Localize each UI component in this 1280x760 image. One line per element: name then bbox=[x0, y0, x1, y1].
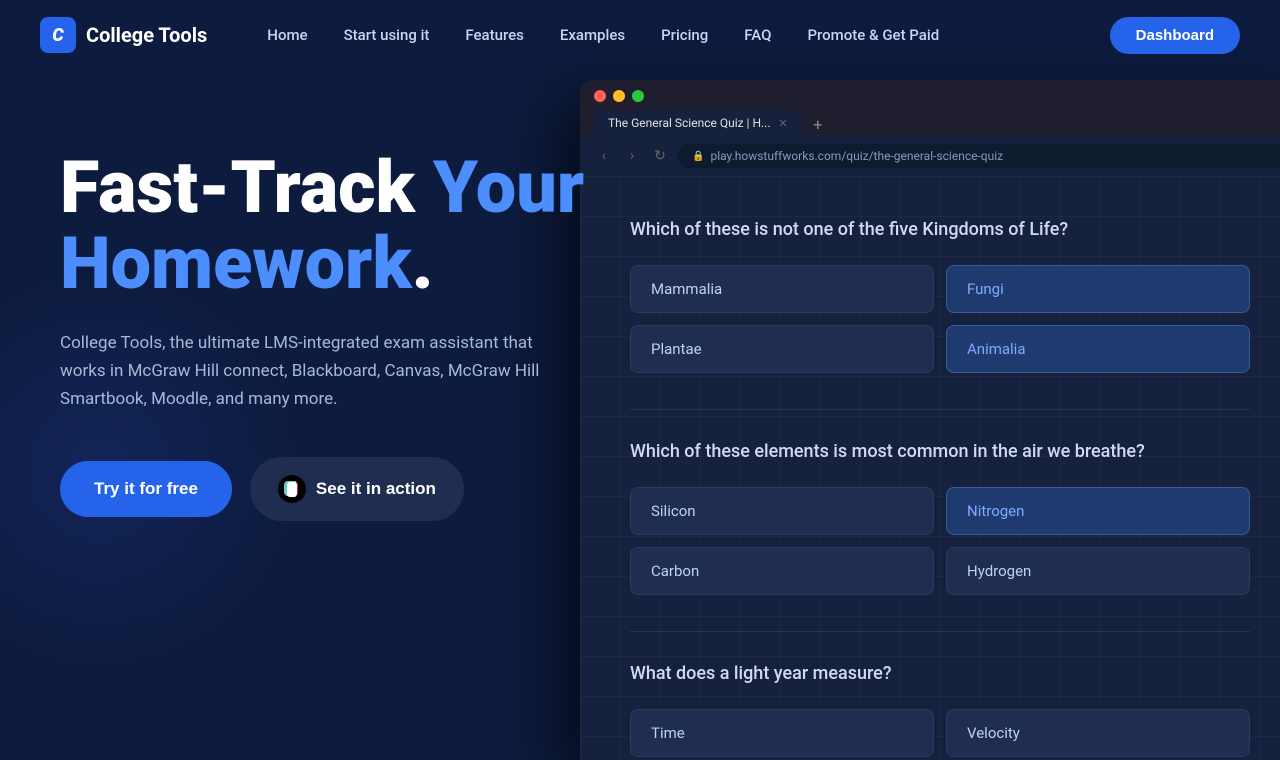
tab-bar: The General Science Quiz | H... ✕ + bbox=[594, 110, 1280, 136]
quiz-panel: Which of these is not one of the five Ki… bbox=[580, 176, 1280, 760]
option-mammalia[interactable]: Mammalia bbox=[630, 265, 934, 313]
option-carbon[interactable]: Carbon bbox=[630, 547, 934, 595]
logo-icon: C bbox=[40, 17, 76, 53]
option-plantae[interactable]: Plantae bbox=[630, 325, 934, 373]
quiz-options-1: Mammalia Fungi Plantae Animalia bbox=[630, 265, 1250, 373]
see-action-label: See it in action bbox=[316, 479, 436, 499]
option-hydrogen[interactable]: Hydrogen bbox=[946, 547, 1250, 595]
nav-promote[interactable]: Promote & Get Paid bbox=[807, 26, 939, 44]
tab-close-button[interactable]: ✕ bbox=[779, 117, 788, 130]
nav-start[interactable]: Start using it bbox=[344, 26, 430, 44]
nav-features[interactable]: Features bbox=[465, 26, 523, 44]
divider-2 bbox=[630, 631, 1250, 632]
browser-mockup: The General Science Quiz | H... ✕ + ‹ › … bbox=[580, 80, 1280, 760]
nav-links: Home Start using it Features Examples Pr… bbox=[267, 26, 1109, 44]
close-dot[interactable] bbox=[594, 90, 606, 102]
hero-subtitle: College Tools, the ultimate LMS-integrat… bbox=[60, 329, 560, 413]
navigation: C College Tools Home Start using it Feat… bbox=[0, 0, 1280, 70]
divider-1 bbox=[630, 409, 1250, 410]
browser-chrome: The General Science Quiz | H... ✕ + bbox=[580, 80, 1280, 136]
try-free-button[interactable]: Try it for free bbox=[60, 461, 232, 517]
nav-pricing[interactable]: Pricing bbox=[661, 26, 708, 44]
hero-buttons: Try it for free See it in action bbox=[60, 457, 640, 521]
refresh-button[interactable]: ↻ bbox=[650, 148, 670, 164]
nav-faq[interactable]: FAQ bbox=[744, 26, 771, 44]
nav-home[interactable]: Home bbox=[267, 26, 307, 44]
title-white-part: Fast-Track bbox=[60, 145, 433, 230]
new-tab-button[interactable]: + bbox=[806, 112, 830, 136]
quiz-question-3: What does a light year measure? bbox=[630, 660, 1250, 687]
logo[interactable]: C College Tools bbox=[40, 17, 207, 53]
nav-examples[interactable]: Examples bbox=[560, 26, 625, 44]
option-silicon[interactable]: Silicon bbox=[630, 487, 934, 535]
address-text: play.howstuffworks.com/quiz/the-general-… bbox=[710, 149, 1003, 163]
hero-section: Fast-Track Your Homework. College Tools,… bbox=[0, 70, 1280, 720]
lock-icon: 🔒 bbox=[692, 151, 704, 162]
tiktok-icon bbox=[278, 475, 306, 503]
quiz-question-1: Which of these is not one of the five Ki… bbox=[630, 216, 1250, 243]
logo-text: College Tools bbox=[86, 23, 207, 47]
hero-content: Fast-Track Your Homework. College Tools,… bbox=[60, 110, 640, 521]
quiz-question-2: Which of these elements is most common i… bbox=[630, 438, 1250, 465]
browser-content: Which of these is not one of the five Ki… bbox=[580, 176, 1280, 760]
quiz-options-3: Time Velocity Distance Mass bbox=[630, 709, 1250, 760]
option-animalia[interactable]: Animalia bbox=[946, 325, 1250, 373]
see-action-button[interactable]: See it in action bbox=[250, 457, 464, 521]
title-period: . bbox=[412, 221, 434, 306]
quiz-options-2: Silicon Nitrogen Carbon Hydrogen bbox=[630, 487, 1250, 595]
browser-controls: ‹ › ↻ 🔒 play.howstuffworks.com/quiz/the-… bbox=[580, 136, 1280, 176]
option-nitrogen[interactable]: Nitrogen bbox=[946, 487, 1250, 535]
dashboard-button[interactable]: Dashboard bbox=[1110, 17, 1240, 54]
option-velocity[interactable]: Velocity bbox=[946, 709, 1250, 757]
minimize-dot[interactable] bbox=[613, 90, 625, 102]
option-fungi[interactable]: Fungi bbox=[946, 265, 1250, 313]
option-time[interactable]: Time bbox=[630, 709, 934, 757]
hero-title: Fast-Track Your Homework. bbox=[60, 150, 640, 301]
traffic-lights bbox=[594, 90, 1280, 102]
title-blue-your: Your bbox=[433, 145, 584, 230]
address-bar[interactable]: 🔒 play.howstuffworks.com/quiz/the-genera… bbox=[678, 144, 1280, 168]
maximize-dot[interactable] bbox=[632, 90, 644, 102]
title-blue-homework: Homework bbox=[60, 221, 412, 306]
